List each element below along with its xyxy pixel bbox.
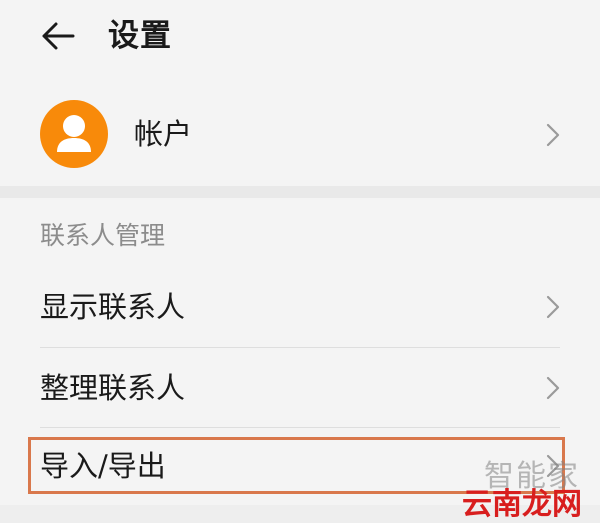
watermark-text: 云南龙网 (462, 487, 582, 522)
section-divider (0, 186, 600, 198)
account-row[interactable]: 帐户 (0, 88, 600, 184)
list-item-show-contacts[interactable]: 显示联系人 (0, 267, 600, 347)
list-item-organize-contacts[interactable]: 整理联系人 (0, 348, 600, 428)
page-title: 设置 (108, 18, 172, 54)
list-item-label: 整理联系人 (40, 371, 186, 405)
top-bar: 设置 (0, 0, 600, 80)
settings-screen: 设置 帐户 联系人管理 显示联系人 整理联系人 导入/导出 智能家 云南龙网 (0, 0, 600, 523)
chevron-right-icon (546, 295, 560, 319)
back-button[interactable] (34, 14, 82, 58)
list-item-label: 显示联系人 (40, 290, 186, 324)
person-icon (57, 115, 91, 152)
back-arrow-icon (42, 22, 75, 50)
chevron-right-icon (546, 376, 560, 400)
list-item-label: 导入/导出 (40, 449, 166, 483)
avatar (40, 100, 108, 168)
chevron-right-icon (546, 123, 560, 147)
account-label: 帐户 (134, 117, 193, 151)
section-header-contacts: 联系人管理 (40, 221, 166, 250)
